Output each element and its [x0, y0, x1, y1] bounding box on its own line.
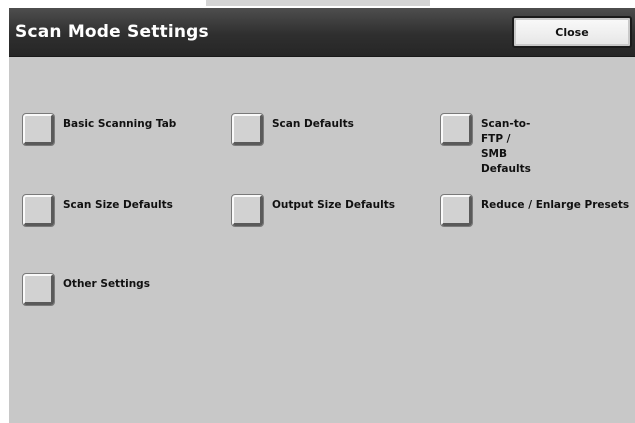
top-edge — [0, 0, 635, 8]
option-label: Scan Defaults — [272, 118, 354, 130]
settings-screen: Scan Mode Settings Close Basic Scanning … — [9, 8, 635, 423]
option-button[interactable] — [22, 273, 55, 306]
option-label: Scan-to-FTP / SMB Defaults — [481, 118, 531, 175]
option-label: Scan Size Defaults — [63, 199, 173, 211]
option-button[interactable] — [22, 194, 55, 227]
option-label: Reduce / Enlarge Presets — [481, 199, 630, 211]
close-button[interactable]: Close — [512, 16, 632, 48]
top-edge-tab — [206, 0, 430, 6]
option-label: Output Size Defaults — [272, 199, 395, 211]
option-button[interactable] — [440, 194, 473, 227]
option-button[interactable] — [231, 113, 264, 146]
option-button[interactable] — [22, 113, 55, 146]
page-title: Scan Mode Settings — [15, 22, 209, 42]
option-button[interactable] — [231, 194, 264, 227]
title-bar: Scan Mode Settings Close — [9, 8, 635, 57]
option-button[interactable] — [440, 113, 473, 146]
option-label: Basic Scanning Tab — [63, 118, 177, 130]
option-label: Other Settings — [63, 278, 150, 290]
